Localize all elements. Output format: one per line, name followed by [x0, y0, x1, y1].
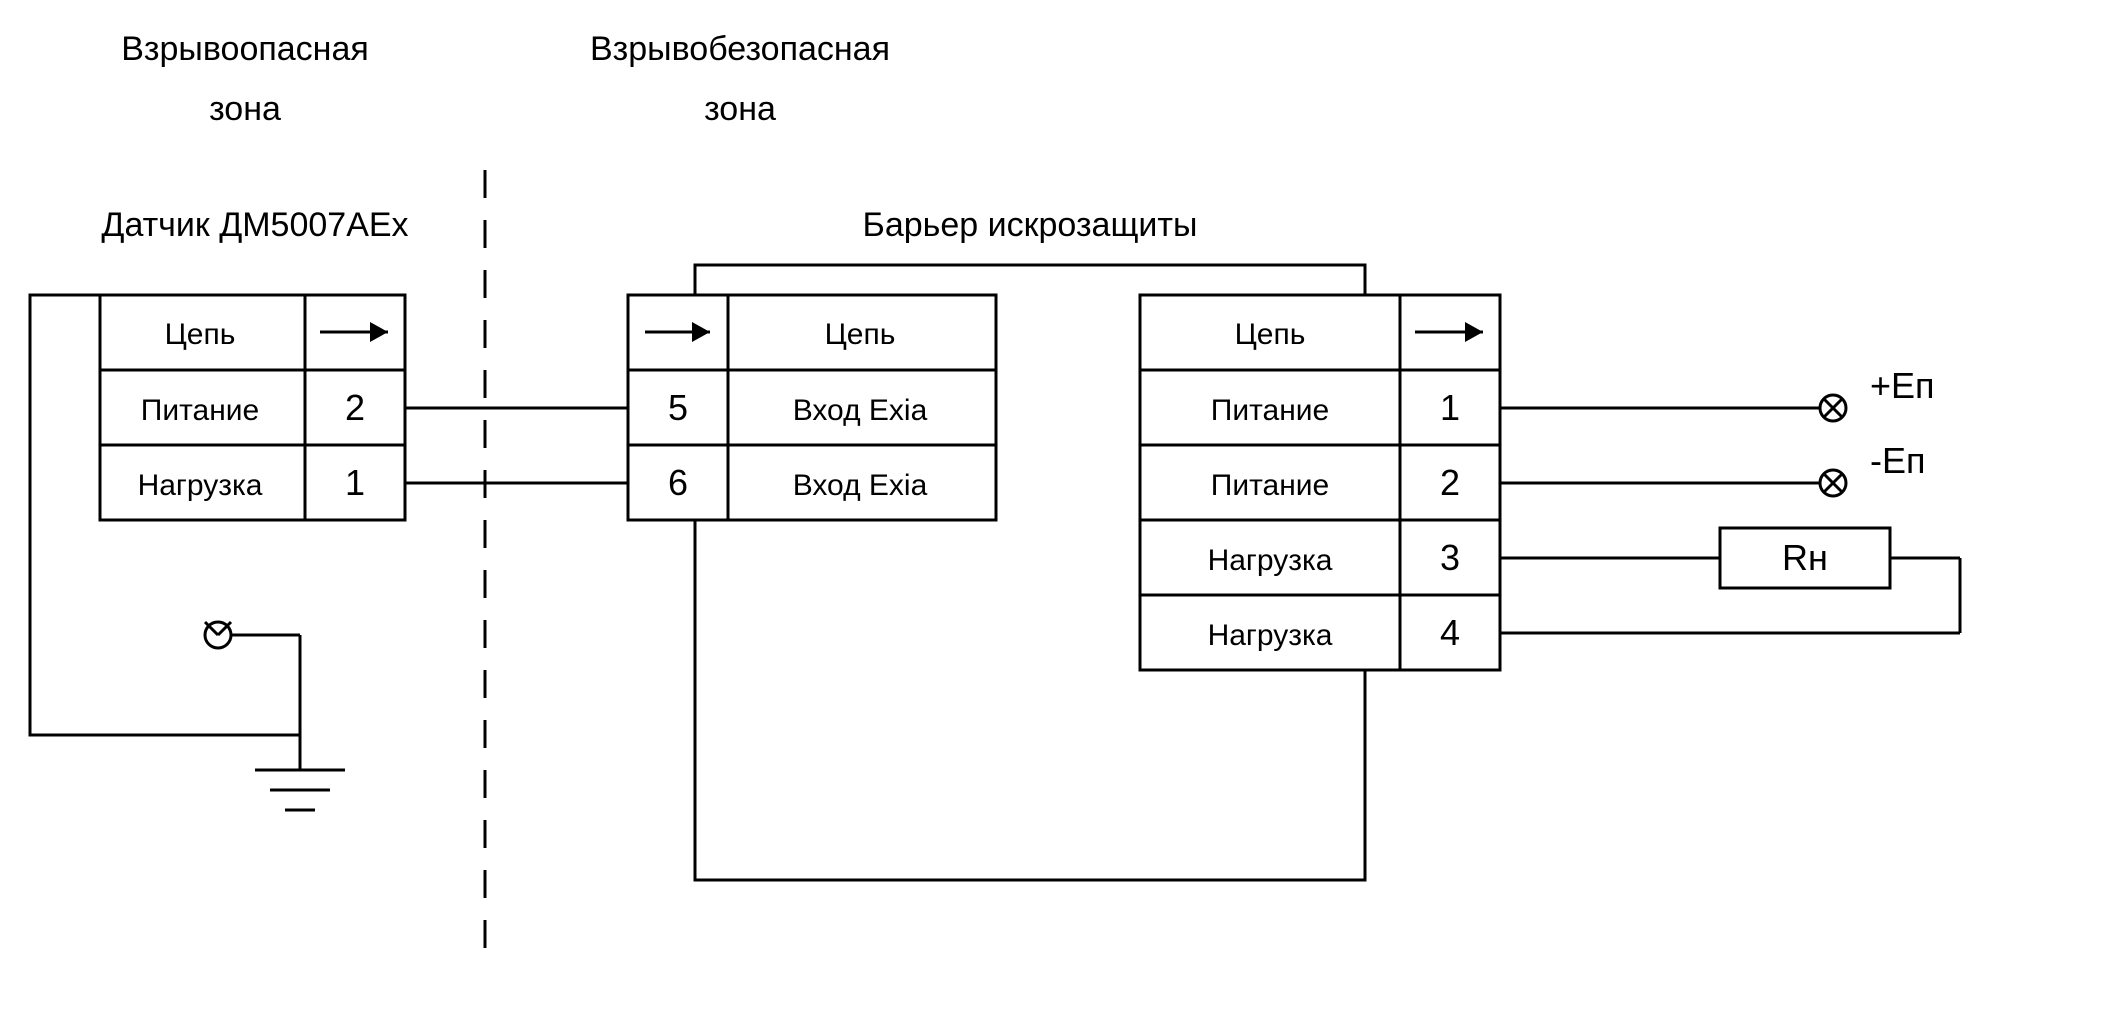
load-label: Rн	[1782, 537, 1828, 578]
sensor-row1-pin: 1	[345, 462, 365, 503]
terminal-neg: -Еп	[1500, 440, 1926, 496]
safe-zone-label-2: зона	[704, 90, 776, 128]
barrier-left-row0-name: Вход Exia	[793, 394, 928, 427]
barrier-left-row0-pin: 5	[668, 387, 688, 428]
sensor-table: Цепь Питание 2 Нагрузка 1	[100, 295, 405, 520]
terminal-pos: +Еп	[1500, 365, 1935, 421]
sensor-title: Датчик ДМ5007АЕх	[101, 206, 408, 244]
barrier-left-table: Цепь 5 Вход Exia 6 Вход Exia	[628, 295, 996, 520]
terminal-neg-label: -Еп	[1870, 440, 1926, 481]
barrier-left-row1-name: Вход Exia	[793, 469, 928, 502]
safe-zone-label-1: Взрывобезопасная	[590, 30, 890, 68]
barrier-right-row2-pin: 3	[1440, 537, 1460, 578]
hazardous-zone-label-1: Взрывоопасная	[121, 30, 369, 68]
sensor-header: Цепь	[165, 318, 236, 351]
barrier-right-row0-pin: 1	[1440, 387, 1460, 428]
barrier-right-row0-name: Питание	[1211, 394, 1329, 427]
load-loop: Rн	[1500, 528, 1960, 633]
barrier-left-row1-pin: 6	[668, 462, 688, 503]
barrier-right-row3-name: Нагрузка	[1208, 619, 1333, 652]
sensor-row0-name: Питание	[141, 394, 259, 427]
terminal-pos-label: +Еп	[1870, 365, 1935, 406]
sensor-row1-name: Нагрузка	[138, 469, 263, 502]
ground-icon	[205, 622, 345, 810]
barrier-right-header: Цепь	[1235, 318, 1306, 351]
sensor-row0-pin: 2	[345, 387, 365, 428]
barrier-right-row1-pin: 2	[1440, 462, 1460, 503]
barrier-right-table: Цепь Питание 1 Питание 2 Нагрузка 3 Нагр…	[1140, 295, 1500, 670]
barrier-enclosure-top	[695, 265, 1365, 295]
barrier-right-row1-name: Питание	[1211, 469, 1329, 502]
barrier-right-row3-pin: 4	[1440, 612, 1460, 653]
barrier-left-header: Цепь	[825, 318, 896, 351]
barrier-right-row2-name: Нагрузка	[1208, 544, 1333, 577]
hazardous-zone-label-2: зона	[209, 90, 281, 128]
wiring-diagram: Взрывоопасная зона Взрывобезопасная зона…	[0, 0, 2101, 1018]
barrier-title: Барьер искрозащиты	[863, 206, 1198, 244]
